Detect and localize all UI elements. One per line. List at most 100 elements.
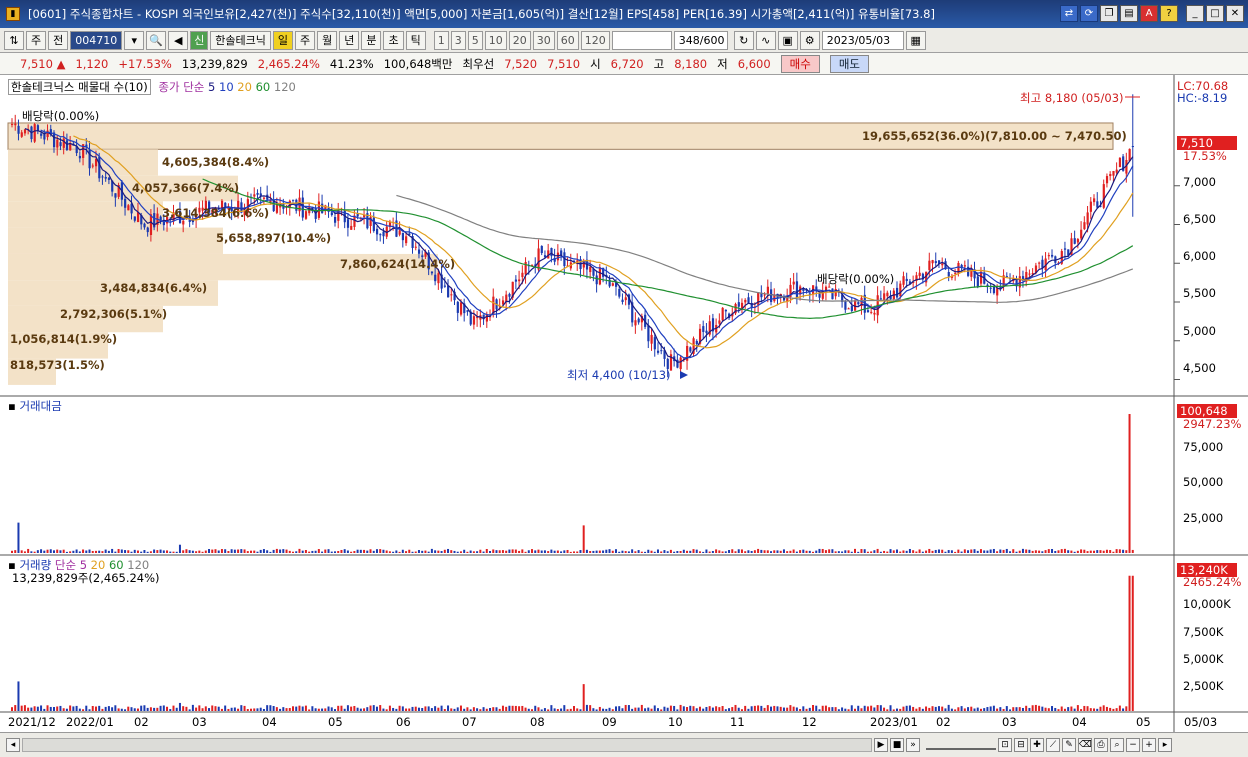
chart-toolbar: ⇅ 주 전 004710 ▾ 🔍 ◀ 신 한솔테크닉 일 주 월 년 분 초 틱… <box>0 28 1248 53</box>
chart-area[interactable]: 한솔테크닉스 매물대 수(10) 종가 단순 5 10 20 60 120 배당… <box>0 75 1248 732</box>
cross-icon[interactable]: ✚ <box>1030 738 1044 752</box>
zoom-slider[interactable] <box>926 740 996 750</box>
amount-bar <box>485 548 488 553</box>
amount-bar <box>550 549 553 553</box>
amount-bar <box>589 551 592 553</box>
print-icon[interactable]: ⎙ <box>1094 738 1108 752</box>
stock-code-input[interactable]: 004710 <box>70 30 123 50</box>
settings-icon[interactable]: ⚙ <box>799 30 820 50</box>
candle-body <box>795 281 799 298</box>
volume-bar <box>1076 705 1079 711</box>
trend-icon[interactable]: ⟋ <box>1046 738 1060 752</box>
trade-amount: 100,648백만 <box>383 56 453 71</box>
speaker-icon[interactable]: ◀ <box>168 30 189 50</box>
amount-bar <box>831 549 834 553</box>
interval-20[interactable]: 20 <box>508 30 531 50</box>
amount-bar <box>950 550 953 553</box>
volume-pct: 2,465.24% <box>257 56 320 71</box>
buy-button[interactable]: 매수 <box>780 54 820 73</box>
sync-icon[interactable]: ⟳ <box>1080 5 1098 22</box>
amount-bar <box>663 550 666 553</box>
period-second[interactable]: 초 <box>383 30 404 50</box>
data-count[interactable]: 348/600 <box>673 30 728 50</box>
fit-icon[interactable]: ⊡ <box>998 738 1012 752</box>
prev-button[interactable]: 전 <box>48 30 69 50</box>
draw-icon[interactable]: ✎ <box>1062 738 1076 752</box>
x-label-2023-05: 05 <box>1136 715 1151 729</box>
volume-bar <box>49 706 52 711</box>
layout-icon[interactable]: ▤ <box>1120 5 1138 22</box>
chart-canvas[interactable] <box>0 75 1248 732</box>
interval-3[interactable]: 3 <box>450 30 466 50</box>
calendar-icon[interactable]: ▦ <box>905 30 926 50</box>
zoom-in-icon[interactable]: + <box>1142 738 1156 752</box>
close-button[interactable]: ✕ <box>1226 5 1244 22</box>
interval-120[interactable]: 120 <box>580 30 610 50</box>
amount-bar <box>253 550 256 553</box>
amount-bar <box>275 548 278 553</box>
profile-label-5: 5,658,897(10.4%) <box>216 231 332 245</box>
current-price-pct: 17.53% <box>1183 149 1227 163</box>
interval-30[interactable]: 30 <box>532 30 555 50</box>
period-minute[interactable]: 분 <box>361 30 382 50</box>
indicator-icon[interactable]: ∿ <box>755 30 776 50</box>
volume-bar <box>224 705 227 711</box>
volume-bar <box>721 706 724 711</box>
help-icon[interactable]: ? <box>1160 5 1178 22</box>
period-tick[interactable]: 틱 <box>405 30 426 50</box>
play-icon[interactable]: ▶ <box>874 738 888 752</box>
stop-icon[interactable]: ■ <box>890 738 904 752</box>
font-icon[interactable]: A <box>1140 5 1158 22</box>
stock-search-icon[interactable]: ⇅ <box>4 30 24 50</box>
volume-bar <box>366 707 369 711</box>
period-year[interactable]: 년 <box>339 30 360 50</box>
eraser-icon[interactable]: ⌫ <box>1078 738 1092 752</box>
interval-5[interactable]: 5 <box>467 30 483 50</box>
candle-body <box>611 283 614 286</box>
amount-bar <box>172 551 175 553</box>
volume-bar <box>220 708 223 711</box>
period-month[interactable]: 월 <box>317 30 338 50</box>
volume-bar <box>101 708 104 711</box>
volume-bar <box>94 706 97 711</box>
fast-forward-icon[interactable]: » <box>906 738 920 752</box>
link-icon[interactable]: ⇄ <box>1060 5 1078 22</box>
zoom-out-icon[interactable]: − <box>1126 738 1140 752</box>
scroll-right-icon[interactable]: ▸ <box>1158 738 1172 752</box>
minimize-button[interactable]: _ <box>1186 5 1204 22</box>
restore-icon[interactable]: ❐ <box>1100 5 1118 22</box>
amount-bar <box>182 550 185 553</box>
amount-bar <box>298 548 301 553</box>
chart-scrollbar[interactable] <box>22 738 872 752</box>
save-icon[interactable]: ▣ <box>777 30 798 50</box>
period-day[interactable]: 일 <box>272 30 293 50</box>
sell-button[interactable]: 매도 <box>829 54 870 73</box>
dropdown-icon[interactable]: ▾ <box>124 30 145 50</box>
interval-1[interactable]: 1 <box>433 30 449 50</box>
maximize-button[interactable]: □ <box>1206 5 1224 22</box>
period-week[interactable]: 주 <box>294 30 316 50</box>
refresh-icon[interactable]: ↻ <box>733 30 754 50</box>
magnifier-icon[interactable]: 🔍 <box>146 30 167 50</box>
market-select[interactable]: 주 <box>26 30 47 50</box>
amount-bar <box>569 551 572 553</box>
scroll-left-icon[interactable]: ◂ <box>6 738 20 752</box>
interval-60[interactable]: 60 <box>556 30 579 50</box>
zoom-icon[interactable]: ⌕ <box>1110 738 1124 752</box>
interval-custom-input[interactable] <box>611 30 672 50</box>
candle-body <box>437 273 440 284</box>
amount-bar <box>821 548 824 553</box>
amount-panel-legend: ▪ 거래대금 <box>8 399 62 413</box>
amount-bar <box>1086 551 1089 553</box>
volume-bar <box>275 707 278 711</box>
split-icon[interactable]: ⊟ <box>1014 738 1028 752</box>
candle-body <box>702 326 705 332</box>
volume-bar <box>895 708 898 711</box>
candle-body <box>182 220 185 225</box>
date-input[interactable]: 2023/05/03 <box>821 30 904 50</box>
volume-bar <box>350 706 353 711</box>
volume-bar <box>417 707 420 711</box>
volume-bar <box>33 706 36 711</box>
interval-10[interactable]: 10 <box>484 30 507 50</box>
amount-bar <box>908 548 911 553</box>
